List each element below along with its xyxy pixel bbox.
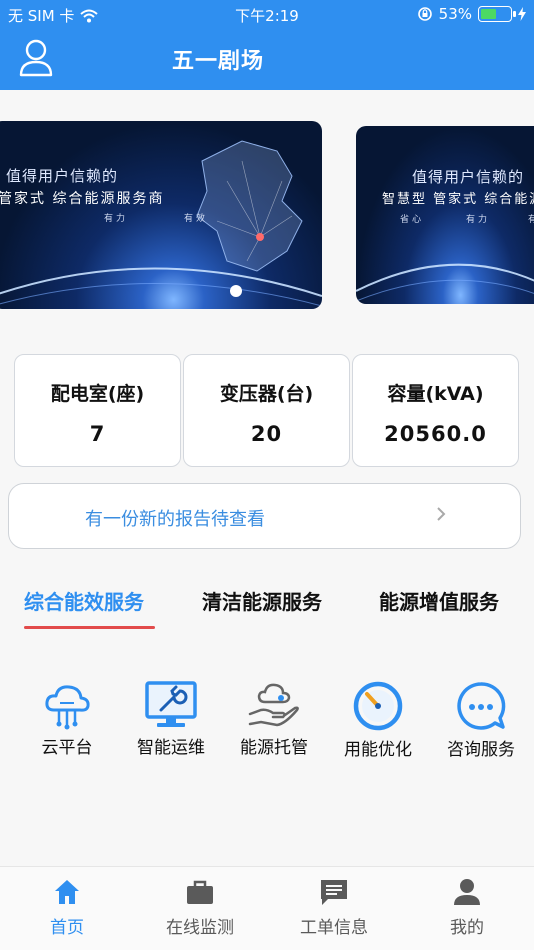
tabbar-work-orders[interactable]: 工单信息 xyxy=(279,877,389,938)
service-consulting[interactable]: 咨询服务 xyxy=(436,680,526,763)
banner-tag: 有力 xyxy=(104,214,129,224)
stat-value: 20 xyxy=(250,422,283,446)
cloud-platform-icon xyxy=(45,685,90,730)
banner-tag: 有效 xyxy=(184,214,209,224)
person-icon xyxy=(454,879,480,905)
service-energy-hosting[interactable]: 能源托管 xyxy=(229,680,319,761)
banner-line2: 管家式 综合能源服务商 xyxy=(0,191,165,207)
banner-line1: 值得用户信赖的 xyxy=(6,167,119,185)
tabbar-label: 我的 xyxy=(450,918,484,938)
service-energy-optimization[interactable]: 用能优化 xyxy=(333,680,423,763)
stat-card-transformers[interactable]: 变压器(台) 20 xyxy=(183,354,350,467)
tabbar-label: 工单信息 xyxy=(300,918,368,938)
tabbar-label: 在线监测 xyxy=(166,918,234,938)
service-name: 用能优化 xyxy=(344,740,412,760)
service-name: 云平台 xyxy=(41,738,93,758)
stat-card-capacity[interactable]: 容量(kVA) 20560.0 xyxy=(352,354,519,467)
banner-slide[interactable]: 值得用户信赖的 管家式 综合能源服务商 有力 有效 xyxy=(0,121,322,309)
bottom-tab-bar: 首页 在线监测 工单信息 我的 xyxy=(0,866,534,950)
app-header: 无 SIM 卡 下午2:19 53% 五一剧场 xyxy=(0,0,534,90)
tabbar-monitoring[interactable]: 在线监测 xyxy=(145,877,255,938)
battery-icon xyxy=(478,6,516,22)
service-name: 咨询服务 xyxy=(447,740,515,760)
stat-value: 7 xyxy=(89,422,106,446)
message-icon xyxy=(321,880,347,905)
banner-tag: 有力 xyxy=(466,215,491,225)
monitor-wrench-icon xyxy=(145,681,197,727)
service-tabs: 综合能效服务 清洁能源服务 能源增值服务 xyxy=(0,586,534,631)
user-avatar-icon[interactable] xyxy=(18,38,54,78)
notice-text: 有一份新的报告待查看 xyxy=(85,509,265,530)
charging-bolt-icon xyxy=(518,7,526,21)
tabbar-label: 首页 xyxy=(50,918,84,938)
banner-line1: 值得用户信赖的 xyxy=(412,168,525,186)
active-tab-underline xyxy=(24,626,155,629)
banner-tag: 有效 xyxy=(528,212,534,225)
service-name: 能源托管 xyxy=(240,738,308,758)
stat-label: 变压器(台) xyxy=(219,383,314,405)
service-name: 智能运维 xyxy=(137,738,205,758)
battery-percent: 53% xyxy=(438,5,472,23)
banner-tag: 省心 xyxy=(400,215,425,225)
tabbar-home[interactable]: 首页 xyxy=(12,877,122,938)
map-graphic xyxy=(0,140,322,307)
chat-bubble-icon xyxy=(457,682,506,730)
tabbar-profile[interactable]: 我的 xyxy=(412,877,522,938)
banner-line2: 智慧型 管家式 综合能源服 xyxy=(382,192,534,207)
status-bar: 无 SIM 卡 下午2:19 53% xyxy=(0,0,534,30)
stat-label: 容量(kVA) xyxy=(387,383,484,405)
stat-label: 配电室(座) xyxy=(50,383,145,405)
tab-clean-energy[interactable]: 清洁能源服务 xyxy=(202,586,322,615)
gauge-icon xyxy=(353,681,403,731)
briefcase-icon xyxy=(187,880,213,904)
banner-slide[interactable]: 值得用户信赖的 智慧型 管家式 综合能源服 省心 有力 有效 xyxy=(356,126,534,304)
service-smart-ops[interactable]: 智能运维 xyxy=(126,680,216,761)
rotation-lock-icon xyxy=(417,7,432,21)
report-notice[interactable]: 有一份新的报告待查看 xyxy=(8,483,521,549)
chevron-right-icon xyxy=(437,507,446,521)
home-icon xyxy=(55,880,79,904)
page-title: 五一剧场 xyxy=(172,49,265,74)
tab-integrated-efficiency[interactable]: 综合能效服务 xyxy=(24,586,144,615)
service-cloud-platform[interactable]: 云平台 xyxy=(22,680,112,761)
stat-card-substations[interactable]: 配电室(座) 7 xyxy=(14,354,181,467)
tab-value-added[interactable]: 能源增值服务 xyxy=(379,586,499,615)
map-graphic xyxy=(356,263,534,302)
stat-value: 20560.0 xyxy=(384,422,487,446)
hand-cloud-icon xyxy=(248,683,299,727)
carousel-indicator-active[interactable] xyxy=(230,285,242,297)
